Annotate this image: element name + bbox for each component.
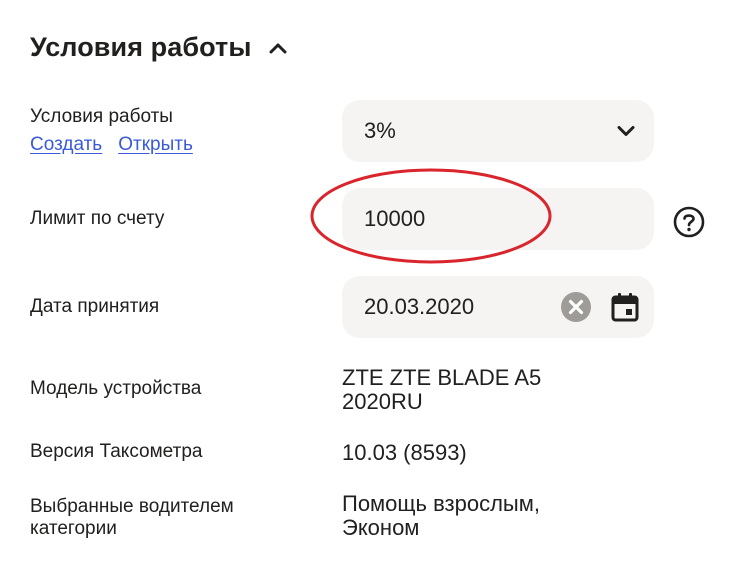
categories-value-line2: Эконом xyxy=(342,515,420,540)
acceptance-date-label: Дата принятия xyxy=(30,296,160,317)
clear-icon[interactable] xyxy=(560,291,592,323)
help-circle-icon[interactable] xyxy=(672,205,706,239)
chevron-up-icon[interactable] xyxy=(264,34,292,62)
categories-label-line1: Выбранные водителем xyxy=(30,496,234,517)
account-limit-label: Лимит по счету xyxy=(30,208,165,229)
calendar-icon[interactable] xyxy=(610,291,640,323)
acceptance-date-value: 20.03.2020 xyxy=(364,294,475,319)
work-terms-label: Условия работы xyxy=(30,106,173,127)
device-model-line2: 2020RU xyxy=(342,389,423,414)
categories-label-line2: категории xyxy=(30,518,117,539)
taximeter-version-value: 10.03 (8593) xyxy=(342,440,467,465)
account-limit-value: 10000 xyxy=(364,206,426,231)
work-terms-select[interactable]: 3% xyxy=(342,100,654,162)
device-model-line1: ZTE ZTE BLADE A5 xyxy=(342,365,542,390)
create-link[interactable]: Создать xyxy=(30,134,102,156)
device-model-value: ZTE ZTE BLADE A5 2020RU xyxy=(342,366,541,414)
account-limit-input[interactable]: 10000 xyxy=(342,188,654,250)
categories-value: Помощь взрослым, Эконом xyxy=(342,492,540,540)
work-terms-selected-value: 3% xyxy=(364,118,396,143)
open-link[interactable]: Открыть xyxy=(118,134,193,156)
date-field-actions xyxy=(560,291,640,323)
section-header: Условия работы xyxy=(30,32,292,63)
chevron-down-icon[interactable] xyxy=(616,125,636,138)
device-model-label: Модель устройства xyxy=(30,378,202,399)
work-terms-links: Создать Открыть xyxy=(30,134,193,156)
acceptance-date-input[interactable]: 20.03.2020 xyxy=(342,276,654,338)
taximeter-version-label: Версия Таксометра xyxy=(30,441,203,462)
section-title: Условия работы xyxy=(30,32,252,62)
categories-value-line1: Помощь взрослым, xyxy=(342,491,540,516)
categories-label: Выбранные водителем категории xyxy=(30,496,234,540)
